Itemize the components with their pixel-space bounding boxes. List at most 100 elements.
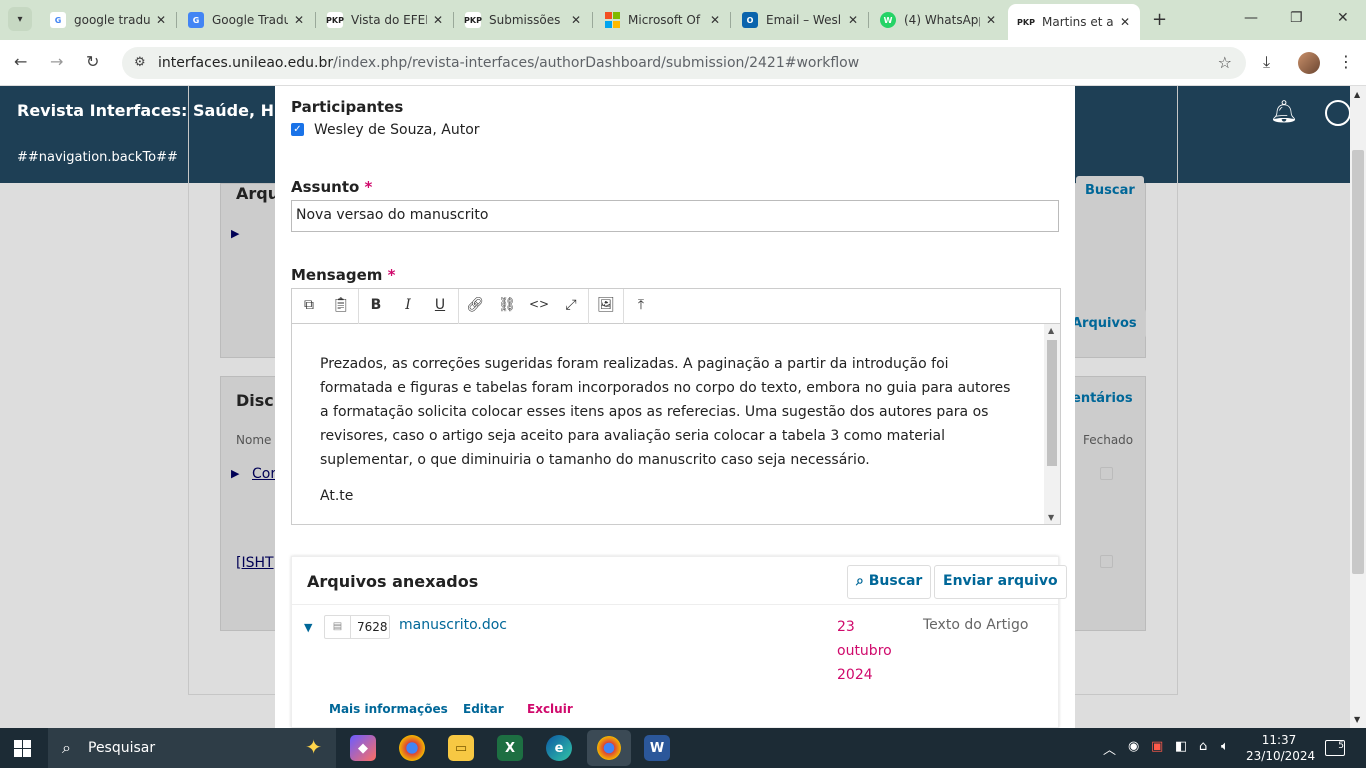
- menu-kebab-icon[interactable]: ⋮: [1338, 52, 1354, 71]
- back-arrow-icon[interactable]: ←: [14, 52, 27, 71]
- taskbar-search[interactable]: ⌕ Pesquisar ✦: [48, 728, 336, 768]
- browser-tab-active[interactable]: PKP Martins et al ✕: [1008, 4, 1140, 40]
- clock-date: 23/10/2024: [1246, 749, 1316, 763]
- bg-files-button[interactable]: Arquivos: [1063, 309, 1146, 338]
- close-icon[interactable]: ✕: [986, 13, 996, 27]
- underline-icon[interactable]: U: [430, 297, 450, 313]
- file-explorer-icon[interactable]: ▭: [448, 735, 474, 761]
- unlink-icon[interactable]: ⛓: [497, 297, 517, 313]
- close-icon[interactable]: ✕: [156, 13, 166, 27]
- edit-file-link[interactable]: Editar: [463, 702, 504, 716]
- close-icon[interactable]: ✕: [433, 13, 443, 27]
- scroll-down-icon[interactable]: ▼: [1048, 513, 1054, 522]
- tray-security-icon[interactable]: ▣: [1151, 739, 1163, 754]
- windows-start-icon[interactable]: [14, 740, 31, 757]
- bg-closed-checkbox[interactable]: [1100, 555, 1113, 568]
- tray-overflow-icon[interactable]: ︿: [1103, 739, 1116, 758]
- chrome-profile-active-icon[interactable]: [587, 730, 631, 766]
- tab-search-button[interactable]: ▾: [8, 7, 32, 31]
- taskbar-clock[interactable]: 11:37 23/10/2024: [1246, 732, 1316, 764]
- bg-expand-icon[interactable]: ▶: [231, 467, 239, 480]
- bg-closed-checkbox[interactable]: [1100, 467, 1113, 480]
- copilot-icon[interactable]: ◆: [350, 735, 376, 761]
- bookmark-star-icon[interactable]: ☆: [1218, 53, 1232, 72]
- bg-search-button[interactable]: Buscar: [1076, 176, 1144, 205]
- notification-bell-icon[interactable]: 🔔︎: [1270, 100, 1298, 125]
- participants-label: Participantes: [291, 98, 404, 116]
- italic-icon[interactable]: I: [398, 297, 418, 313]
- browser-tab[interactable]: O Email – Wesl ✕: [732, 6, 868, 34]
- search-files-button[interactable]: ⌕ Buscar: [847, 565, 932, 599]
- message-sign-off: At.te: [320, 488, 354, 504]
- scroll-up-icon[interactable]: ▲: [1354, 90, 1360, 99]
- close-icon[interactable]: ✕: [710, 13, 720, 27]
- chrome-icon[interactable]: [399, 735, 425, 761]
- network-icon[interactable]: ⌂: [1199, 739, 1207, 754]
- upload-icon[interactable]: ⤒: [631, 297, 651, 313]
- message-body: Prezados, as correções sugeridas foram r…: [320, 356, 1011, 468]
- more-info-link[interactable]: Mais informações: [329, 702, 448, 716]
- site-title[interactable]: Revista Interfaces: Saúde, Huma: [17, 101, 313, 120]
- search-icon: ⌕: [856, 573, 864, 589]
- tray-device-icon[interactable]: ◧: [1175, 739, 1187, 754]
- site-settings-icon[interactable]: ⚙: [134, 55, 146, 70]
- word-icon[interactable]: W: [644, 735, 670, 761]
- browser-tab[interactable]: W (4) WhatsApp ✕: [870, 6, 1006, 34]
- editor-scrollbar[interactable]: ▲ ▼: [1044, 324, 1060, 524]
- volume-icon[interactable]: 🔈︎: [1221, 739, 1229, 754]
- pkp-icon: PKP: [326, 12, 344, 28]
- tab-divider: [730, 12, 731, 28]
- excel-icon[interactable]: X: [497, 735, 523, 761]
- scroll-down-icon[interactable]: ▼: [1354, 715, 1360, 724]
- tab-label: Google Tradu: [212, 13, 288, 27]
- minimize-icon[interactable]: —: [1244, 10, 1258, 26]
- download-icon[interactable]: ⤓: [1263, 52, 1270, 72]
- address-bar[interactable]: ⚙ interfaces.unileao.edu.br/index.php/re…: [122, 47, 1246, 79]
- attachments-title: Arquivos anexados: [307, 572, 479, 591]
- browser-tab[interactable]: G google tradu ✕: [40, 6, 176, 34]
- reload-icon[interactable]: ↻: [86, 52, 99, 71]
- participant-checkbox[interactable]: ✓: [291, 123, 304, 136]
- fullscreen-icon[interactable]: ⤢: [561, 297, 581, 313]
- browser-tab[interactable]: PKP Vista do EFEI ✕: [317, 6, 453, 34]
- expand-file-icon[interactable]: ▼: [304, 621, 312, 634]
- tab-divider: [176, 12, 177, 28]
- upload-file-button[interactable]: Enviar arquivo: [934, 565, 1067, 599]
- page-scrollbar[interactable]: ▲ ▼: [1350, 86, 1366, 728]
- page-scroll-thumb[interactable]: [1352, 150, 1364, 574]
- copy-icon[interactable]: ⧉: [299, 297, 319, 313]
- file-date: 23 outubro 2024: [837, 615, 907, 687]
- message-editor[interactable]: Prezados, as correções sugeridas foram r…: [291, 324, 1061, 525]
- close-icon[interactable]: ✕: [294, 13, 304, 27]
- new-tab-icon[interactable]: +: [1152, 9, 1167, 30]
- close-icon[interactable]: ✕: [571, 13, 581, 27]
- editor-scroll-thumb[interactable]: [1047, 340, 1057, 466]
- browser-tab[interactable]: G Google Tradu ✕: [178, 6, 314, 34]
- browser-tab[interactable]: PKP Submissões ✕: [455, 6, 591, 34]
- bg-discussion-row-2[interactable]: [ISHT: [236, 555, 274, 571]
- tray-app-icon[interactable]: ◉: [1128, 739, 1139, 754]
- scroll-up-icon[interactable]: ▲: [1048, 326, 1054, 335]
- forward-arrow-icon[interactable]: →: [50, 52, 63, 71]
- paste-icon[interactable]: 📋︎: [331, 297, 351, 313]
- bg-expand-icon[interactable]: ▶: [231, 227, 239, 240]
- link-icon[interactable]: 🔗︎: [465, 297, 485, 313]
- user-account-icon[interactable]: [1325, 100, 1350, 126]
- delete-file-link[interactable]: Excluir: [527, 702, 573, 716]
- bg-col-closed: Fechado: [1083, 433, 1134, 447]
- back-link[interactable]: ##navigation.backTo##: [17, 150, 178, 165]
- edge-icon[interactable]: e: [546, 735, 572, 761]
- close-icon[interactable]: ✕: [848, 13, 858, 27]
- file-name-link[interactable]: manuscrito.doc: [399, 617, 507, 633]
- bg-discussion-row-1[interactable]: Cor: [252, 466, 276, 482]
- notifications-icon[interactable]: 5: [1325, 740, 1345, 756]
- window-close-icon[interactable]: ✕: [1337, 10, 1349, 26]
- profile-avatar[interactable]: [1298, 52, 1320, 74]
- browser-tab[interactable]: Microsoft Of ✕: [594, 6, 730, 34]
- image-icon[interactable]: 🖼︎: [596, 297, 616, 313]
- close-icon[interactable]: ✕: [1120, 15, 1130, 29]
- bold-icon[interactable]: B: [366, 297, 386, 313]
- code-icon[interactable]: <>: [529, 297, 549, 311]
- subject-input[interactable]: Nova versao do manuscrito: [291, 200, 1059, 232]
- restore-icon[interactable]: ❐: [1290, 10, 1303, 26]
